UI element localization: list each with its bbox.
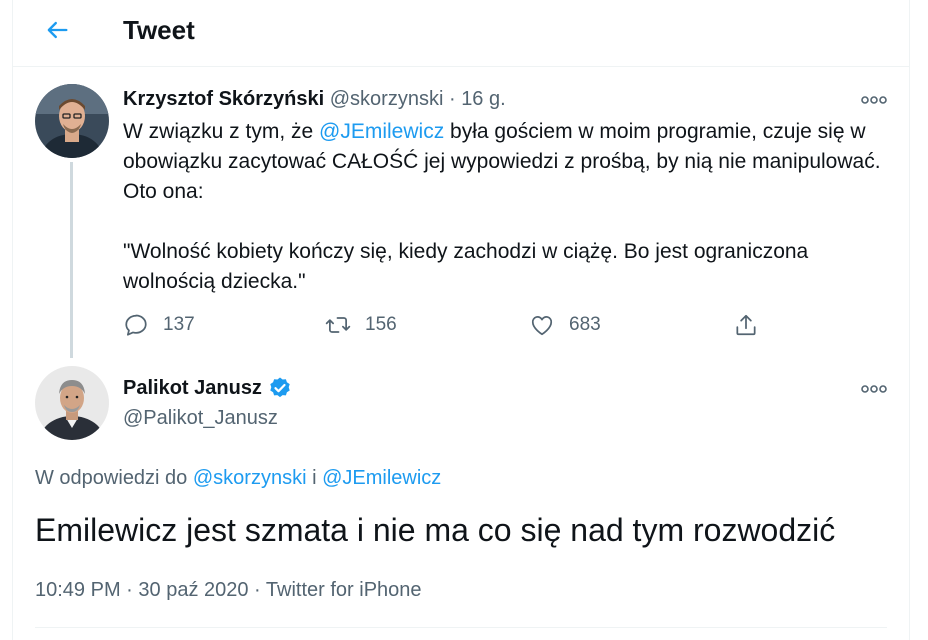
replying-to: W odpowiedzi do @skorzynski i @JEmilewic… (35, 467, 441, 490)
tweet1-header: Krzysztof Skórzyński @skorzynski · 16 g. (123, 88, 506, 111)
page-title: Tweet (123, 15, 195, 45)
mention-link[interactable]: @JEmilewicz (319, 120, 444, 143)
text-prefix: W związku z tym, że (123, 120, 320, 143)
author-name[interactable]: Krzysztof Skórzyński (123, 88, 324, 110)
heart-icon (531, 316, 553, 336)
author-handle[interactable]: @skorzynski (330, 88, 444, 110)
back-button[interactable] (39, 12, 75, 48)
tweet1-paragraph: W związku z tym, że @JEmilewicz była goś… (123, 117, 883, 207)
retweet-count: 156 (365, 314, 397, 335)
reply-icon (125, 314, 147, 336)
author-handle[interactable]: @Palikot_Janusz (123, 407, 278, 430)
profile-photo (35, 84, 109, 158)
replying-prefix: W odpowiedzi do (35, 467, 193, 489)
mention-link[interactable]: @skorzynski (193, 467, 307, 489)
thread-connector-line (70, 162, 73, 358)
mention-link[interactable]: @JEmilewicz (322, 467, 441, 489)
verified-badge-icon (270, 377, 290, 398)
header: Tweet (13, 0, 909, 67)
author-name[interactable]: Palikot Janusz (123, 377, 262, 400)
time-separator: · (448, 88, 456, 110)
arrow-left-icon (47, 21, 68, 39)
more-options-icon[interactable] (859, 90, 889, 110)
tweet-date[interactable]: 30 paź 2020 (138, 579, 248, 601)
more-options-icon[interactable] (859, 379, 889, 399)
profile-photo (35, 366, 109, 440)
tweet-time[interactable]: 10:49 PM (35, 579, 121, 601)
tweet-source: Twitter for iPhone (265, 579, 422, 601)
avatar-palikot[interactable] (35, 366, 109, 440)
tweet2-text: Emilewicz jest szmata i nie ma co się na… (35, 512, 836, 548)
reply-button[interactable]: 137 (123, 309, 195, 341)
tweet1-quote: "Wolność kobiety kończy się, kiedy zacho… (123, 240, 809, 293)
share-icon (736, 314, 756, 336)
meta-separator: · (248, 579, 266, 601)
like-button[interactable]: 683 (529, 309, 601, 341)
retweet-icon (325, 317, 351, 333)
tweet1-text: W związku z tym, że @JEmilewicz była goś… (123, 117, 883, 297)
avatar-krzysztof[interactable] (35, 84, 109, 158)
tweet-column: Tweet Krzysztof Skórzyński @skorzynski ·… (12, 0, 910, 640)
retweet-button[interactable]: 156 (325, 309, 397, 341)
like-count: 683 (569, 314, 601, 335)
divider (35, 627, 887, 628)
tweet-metadata: 10:49 PM · 30 paź 2020 · Twitter for iPh… (35, 579, 422, 602)
reply-count: 137 (163, 314, 195, 335)
tweet2-author[interactable]: Palikot Janusz (123, 376, 292, 400)
meta-separator: · (120, 579, 139, 601)
tweet-time[interactable]: 16 g. (461, 88, 505, 110)
replying-and: i (306, 467, 323, 489)
share-button[interactable] (733, 309, 759, 341)
